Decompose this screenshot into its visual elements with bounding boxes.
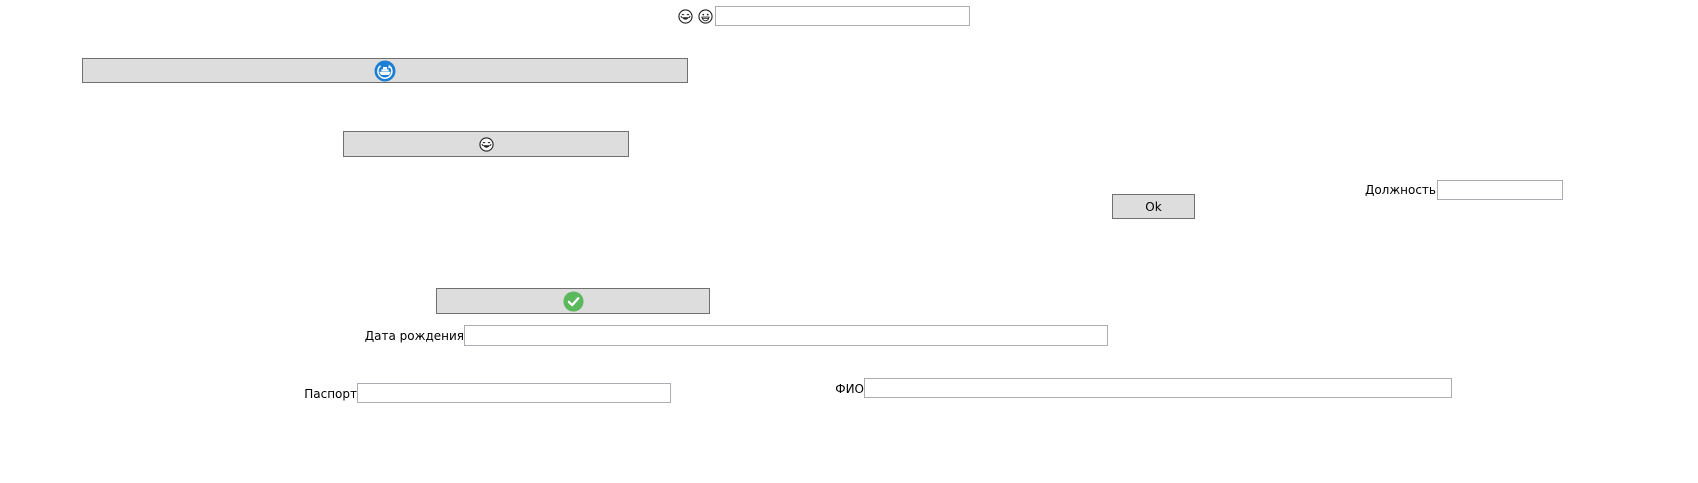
green-check-icon	[562, 290, 584, 312]
top-input[interactable]	[715, 6, 970, 26]
position-label: Должность	[1364, 183, 1436, 197]
position-field[interactable]	[1437, 180, 1563, 200]
passport-field[interactable]	[357, 383, 671, 403]
full-name-label: ФИО	[835, 382, 864, 396]
passport-label: Паспорт	[304, 387, 357, 401]
confirm-button[interactable]	[436, 288, 710, 314]
laughing-face-icon	[478, 136, 494, 152]
grinning-face-icon[interactable]	[697, 8, 713, 24]
full-name-field[interactable]	[864, 378, 1452, 398]
laughing-face-icon[interactable]	[677, 8, 693, 24]
birth-date-label: Дата рождения	[364, 329, 464, 343]
ok-button[interactable]: Ok	[1112, 194, 1195, 219]
ship-button[interactable]	[82, 58, 688, 83]
birth-date-field[interactable]	[464, 325, 1108, 346]
emoji-button[interactable]	[343, 131, 629, 157]
ship-refresh-icon	[374, 60, 396, 82]
